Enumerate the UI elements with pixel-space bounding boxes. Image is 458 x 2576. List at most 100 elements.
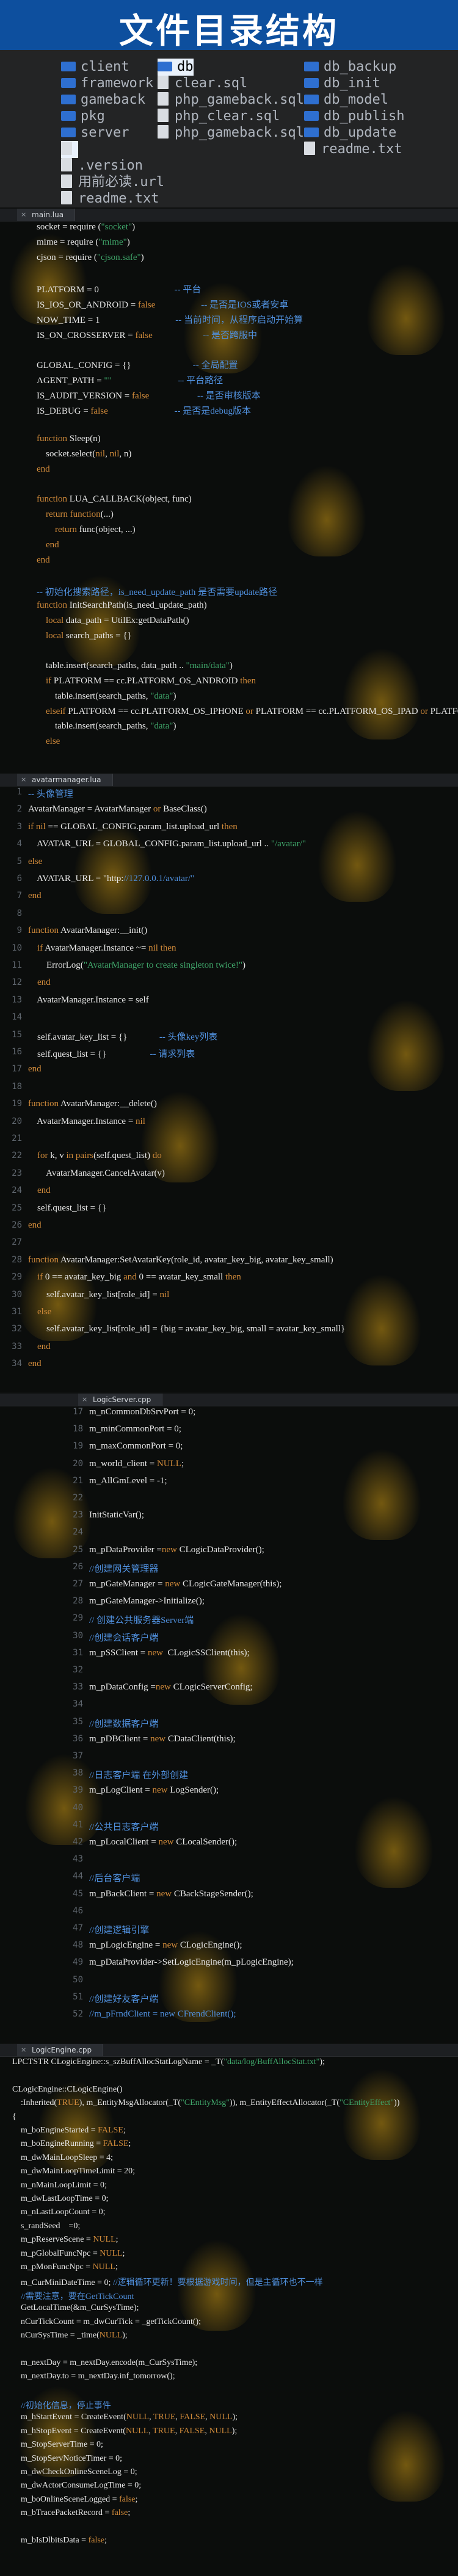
line-number: 23 [12,1168,22,1178]
line-number: 4 [16,839,22,849]
line-number: 19 [12,1099,22,1109]
tree-item[interactable]: php_gameback.sql [158,92,304,109]
code-line: if nil == GLOBAL_CONFIG.param_list.uploa… [28,821,238,832]
tree-item-label: clear.sql [175,76,248,91]
code-line: IS_AUDIT_VERSION = false -- 是否审核版本 [37,390,261,401]
code-line: else [37,1307,52,1317]
code-line: cjson = require ("cjson.safe") [37,252,144,262]
line-number: 24 [12,1185,22,1196]
watermark-flame [342,1448,421,1540]
tree-item-label: readme.txt [321,142,402,157]
tab-bar: × main.lua [0,209,458,221]
code-line: m_dwCheckOnlineSceneLog = 0; [12,2467,137,2477]
code-line: m_maxCommonPort = 0; [89,1441,183,1452]
line-number: 14 [12,1012,22,1023]
line-number: 23 [73,1510,83,1520]
line-number: 3 [16,821,22,832]
close-icon[interactable]: × [21,774,26,786]
line-number: 2 [16,804,22,815]
code-line: end [28,1220,42,1230]
code-line: AvatarManager.CancelAvatar(v) [28,1168,165,1178]
code-line: // 创建公共服务器Server端 [89,1616,194,1626]
tab-main-lua[interactable]: × main.lua [17,209,76,221]
line-number: 17 [12,1064,22,1074]
close-icon[interactable]: × [21,2044,26,2056]
code-line: socket.select(nil, nil, n) [37,449,132,459]
tree-item[interactable]: framework [61,75,153,92]
folder-icon [304,62,319,71]
tree-item[interactable]: .version [61,157,143,174]
line-number: 37 [73,1751,83,1761]
line-number: 40 [73,1802,83,1813]
code-panel-logicserver-cpp: × LogicServer.cpp 17 m_nCommonDbSrvPort = … [0,1394,458,2043]
tab-logicengine-cpp[interactable]: × LogicEngine.cpp [17,2044,104,2056]
file-icon [158,76,169,89]
line-number: 17 [73,1407,83,1417]
code-line: //m_pFrndClient = new CFrendClient(); [89,2009,236,2019]
code-line: //需要注意，要在GetTickCount [21,2292,134,2301]
tree-item[interactable]: client [61,59,129,76]
code-line: m_pBackClient = new CBackStageSender(); [89,1888,253,1899]
line-number: 24 [73,1527,83,1538]
code-line: m_pDataProvider =new CLogicDataProvider(… [89,1544,264,1555]
tree-item[interactable]: 用前必读.url [61,174,164,191]
tree-item[interactable]: db_update [304,124,396,142]
file-icon [158,92,169,106]
line-number: 41 [73,1819,83,1830]
line-number: 22 [73,1493,83,1503]
tree-item[interactable]: db_publish [304,108,404,125]
tab-logicserver-cpp[interactable]: × LogicServer.cpp [78,1394,163,1406]
watermark-flame [287,465,366,556]
code-line: end [28,891,42,901]
close-icon[interactable]: × [21,209,26,221]
close-icon[interactable]: × [82,1394,87,1406]
code-line: m_nLastLoopCount = 0; [12,2207,106,2217]
tree-item[interactable]: db_model [304,92,388,109]
code-line: m_nextDay = m_nextDay.encode(m_CurSysTim… [12,2358,198,2367]
tree-item-label: client [81,59,129,74]
tree-item[interactable]: php_gameback.sql [158,124,304,142]
code-line: //创建好友客户端 [89,1994,159,2004]
tree-item[interactable]: db_init [304,75,380,92]
tree-item-label: pkg [81,109,105,124]
code-line: -- 头像管理 [28,790,73,799]
code-line: nCurSysTime = _time(NULL); [12,2331,128,2340]
tree-item[interactable]: readme.txt [61,190,159,207]
line-number: 49 [73,1957,83,1968]
tree-item[interactable]: clear.sql [158,75,247,92]
folder-icon [61,128,76,137]
line-number: 38 [73,1768,83,1779]
line-number: 21 [73,1475,83,1486]
code-line: function AvatarManager:__init() [28,926,148,936]
tree-item[interactable]: readme.txt [304,141,402,158]
line-number: 26 [12,1220,22,1230]
line-number: 36 [73,1733,83,1744]
code-line: m_bTracePacketRecord = false; [12,2508,131,2518]
folder-icon [158,62,172,71]
code-line: AVATAR_URL = "http://127.0.0.1/avatar/" [28,874,195,883]
code-line: m_hStopEvent = CreateEvent(NULL, TRUE, F… [12,2426,238,2436]
code-line: { [12,2112,16,2121]
folder-icon [61,78,76,88]
tree-item[interactable]: pkg [61,108,105,125]
code-line: m_pDBClient = new CDataClient(this); [89,1733,236,1744]
code-line: AvatarManager.Instance = self [28,995,149,1005]
code-line: m_boEngineRunning = FALSE; [12,2139,131,2149]
watermark-flame [366,2410,446,2502]
tab-avatarmanager-lua[interactable]: × avatarmanager.lua [17,774,113,786]
line-number: 44 [73,1871,83,1882]
tree-item[interactable]: gameback [61,92,145,109]
tree-item[interactable]: php_clear.sql [158,108,280,125]
code-line: elseif PLATFORM == cc.PLATFORM_OS_IPHONE… [46,706,458,716]
watermark-flame [342,2068,421,2160]
code-line: m_pMonFuncNpc = NULL; [12,2262,118,2272]
tree-item[interactable]: server [61,124,129,142]
watermark-flame [342,648,421,739]
tree-item[interactable]: db [158,59,194,76]
code-line: mime = require ("mime") [37,237,130,247]
code-line: return func(object, ...) [55,525,136,534]
tree-item[interactable] [61,141,78,158]
tree-item[interactable]: db_backup [304,59,396,76]
code-line: end [37,1341,51,1351]
tab-bar: × LogicEngine.cpp [0,2044,458,2057]
